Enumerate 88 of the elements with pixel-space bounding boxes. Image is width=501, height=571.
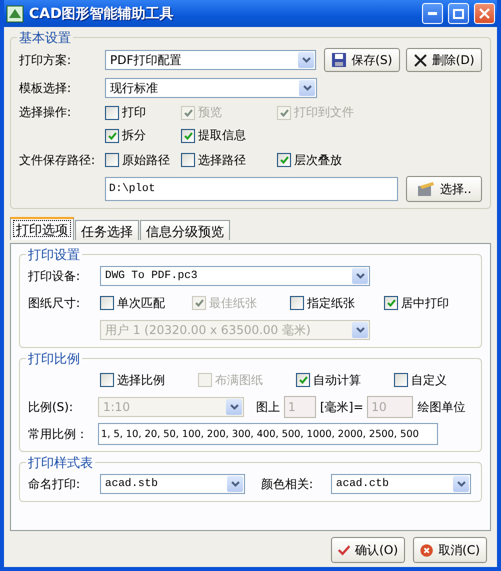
tab[interactable]: 任务选择 xyxy=(75,220,139,240)
chevron-down-icon xyxy=(356,273,364,279)
field-label: 绘图单位 xyxy=(417,398,466,416)
group-title: 基本设置 xyxy=(17,29,73,47)
checkbox[interactable] xyxy=(100,373,114,387)
path-field[interactable]: D:\plot xyxy=(105,177,398,201)
maximize-icon xyxy=(453,8,464,18)
checkbox-label: 指定纸张 xyxy=(307,294,355,312)
checkbox[interactable] xyxy=(277,153,291,167)
cancel-icon xyxy=(420,542,434,558)
checkbox-label: 打印 xyxy=(122,104,146,121)
chevron-down-icon xyxy=(456,481,466,487)
field-label: 选择操作: xyxy=(19,104,72,121)
dropdown[interactable]: 现行标准 xyxy=(105,78,317,98)
check-icon xyxy=(194,299,204,307)
field-label: 图上 xyxy=(256,398,280,416)
checkbox[interactable] xyxy=(181,128,195,142)
check-icon xyxy=(280,108,288,116)
check-icon xyxy=(108,132,116,140)
field-label: 颜色相关: xyxy=(261,476,314,492)
checkbox[interactable] xyxy=(105,153,119,167)
minimize-icon xyxy=(428,12,437,15)
tab[interactable]: 打印选项 xyxy=(10,217,74,240)
field-label: [毫米]= xyxy=(320,398,364,416)
field-label: 打印方案: xyxy=(19,52,72,68)
field-label: 比例(S): xyxy=(28,398,74,416)
chevron-down-icon xyxy=(230,481,240,487)
checkbox-label: 拆分 xyxy=(122,127,146,144)
check-icon xyxy=(338,544,350,556)
save-button[interactable]: 保存(S) xyxy=(324,48,400,72)
field-label: 打印设备: xyxy=(28,268,82,284)
checkbox[interactable] xyxy=(100,296,114,310)
chevron-down-icon xyxy=(302,85,312,91)
check-icon xyxy=(184,108,192,116)
delete-button[interactable]: 删除(D) xyxy=(406,48,482,72)
dropdown[interactable]: DWG To PDF.pc3 xyxy=(100,266,370,286)
tab[interactable]: 信息分级预览 xyxy=(140,220,230,240)
group-title: 打印设置 xyxy=(26,246,82,264)
maximize-button[interactable] xyxy=(448,3,469,24)
dropdown[interactable]: acad.ctb xyxy=(331,474,471,494)
checkbox[interactable] xyxy=(384,296,398,310)
group-title: 打印样式表 xyxy=(26,454,95,472)
checkbox-label: 选择路径 xyxy=(198,152,246,168)
check-icon xyxy=(386,299,396,307)
dropdown[interactable]: PDF打印配置 xyxy=(105,50,316,70)
group-title: 打印比例 xyxy=(26,350,82,368)
field-label: 命名打印: xyxy=(28,476,82,492)
chevron-down-icon xyxy=(356,327,364,333)
checkbox[interactable] xyxy=(105,106,119,120)
window-title: CAD图形智能辅助工具 xyxy=(29,4,175,22)
checkbox-label: 自定义 xyxy=(411,372,447,388)
checkbox-label: 原始路径 xyxy=(122,152,170,168)
cancel-button[interactable]: 取消(C) xyxy=(413,537,487,563)
check-icon xyxy=(184,132,192,140)
close-icon xyxy=(414,54,427,66)
checkbox-label: 提取信息 xyxy=(198,127,246,144)
field-label: 图纸尺寸: xyxy=(28,294,82,312)
app-icon xyxy=(6,4,24,22)
checkbox-label: 预览 xyxy=(198,104,222,121)
folder-icon xyxy=(416,181,435,197)
chevron-down-icon xyxy=(302,57,311,63)
browse-button[interactable]: 选择.. xyxy=(406,176,482,202)
checkbox-label: 单次匹配 xyxy=(117,294,165,312)
checkbox-label: 布满图纸 xyxy=(215,372,263,388)
minimize-button[interactable] xyxy=(422,3,443,24)
input-field[interactable]: 1, 5, 10, 20, 50, 100, 200, 300, 400, 500, 1000, 2000, 2500, 500 xyxy=(98,423,438,445)
checkbox-label: 自动计算 xyxy=(313,372,361,388)
close-button[interactable] xyxy=(474,3,495,24)
checkbox[interactable] xyxy=(181,153,195,167)
checkbox-label: 层次叠放 xyxy=(294,152,342,168)
checkbox-label: 选择比例 xyxy=(117,372,165,388)
field-label: 文件保存路径: xyxy=(19,152,96,168)
field-label: 常用比例： xyxy=(28,426,89,442)
check-icon xyxy=(280,156,288,164)
checkbox-label: 居中打印 xyxy=(401,294,449,312)
chevron-down-icon xyxy=(230,404,238,410)
checkbox[interactable] xyxy=(394,373,408,387)
confirm-button[interactable]: 确认(O) xyxy=(331,537,405,563)
check-icon xyxy=(298,376,308,384)
checkbox[interactable] xyxy=(296,373,310,387)
checkbox[interactable] xyxy=(105,128,119,142)
close-icon xyxy=(479,8,490,19)
checkbox[interactable] xyxy=(290,296,304,310)
dropdown[interactable]: acad.stb xyxy=(100,474,245,494)
checkbox-label: 最佳纸张 xyxy=(209,294,257,312)
field-label: 模板选择: xyxy=(19,80,72,96)
floppy-icon xyxy=(332,53,346,67)
checkbox-label: 打印到文件 xyxy=(294,104,354,121)
